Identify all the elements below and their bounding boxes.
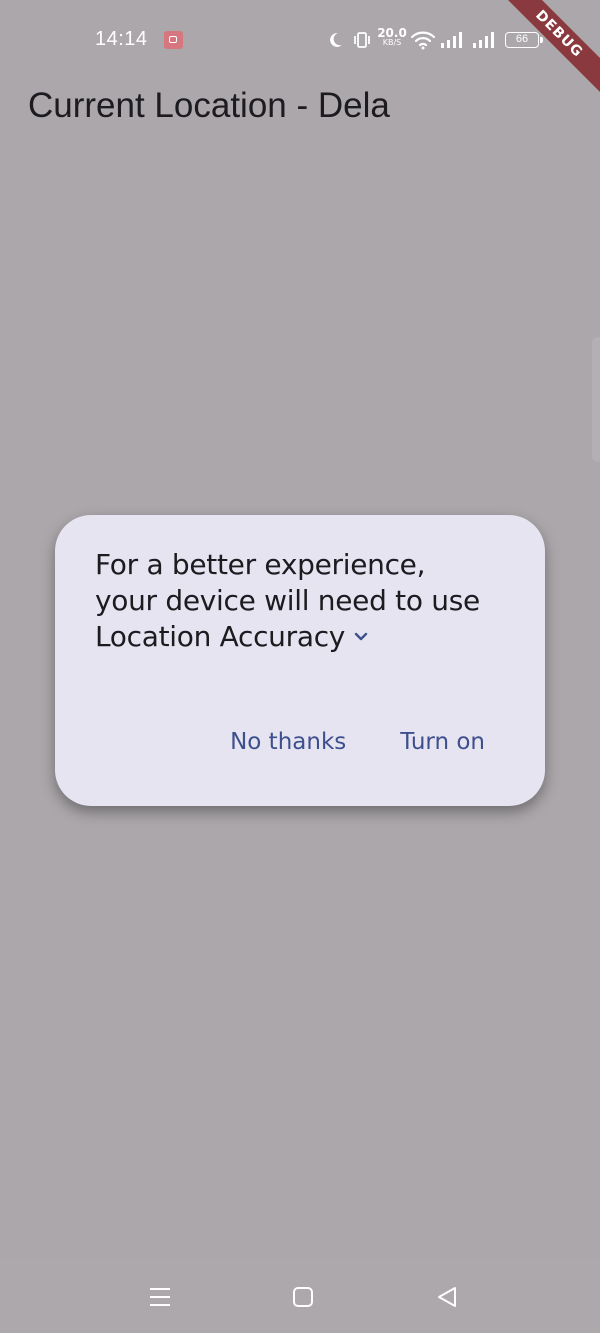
moon-icon <box>330 32 342 47</box>
dialog-message-line: Location Accuracy <box>95 620 346 653</box>
screen-record-icon <box>164 31 183 49</box>
page-title: Current Location - Dela <box>28 86 390 125</box>
turn-on-button[interactable]: Turn on <box>400 729 485 755</box>
dialog-message-line-expandable[interactable]: Location Accuracy <box>95 619 515 655</box>
network-speed: 20.0 KB/S <box>377 27 407 47</box>
navigation-bar <box>0 1259 600 1333</box>
chevron-down-icon[interactable] <box>353 630 369 642</box>
signal-icon <box>473 32 494 48</box>
no-thanks-button[interactable]: No thanks <box>230 729 346 755</box>
network-speed-unit: KB/S <box>382 38 402 47</box>
vibrate-icon <box>354 32 370 48</box>
back-triangle-icon[interactable] <box>436 1286 458 1308</box>
dialog-actions: No thanks Turn on <box>230 729 485 755</box>
battery-icon: 66 <box>505 32 543 48</box>
dialog-message: For a better experience, your device wil… <box>95 547 515 655</box>
dialog-message-line: For a better experience, <box>95 548 426 581</box>
edge-panel-handle[interactable] <box>592 337 600 462</box>
location-accuracy-dialog: For a better experience, your device wil… <box>55 515 545 806</box>
menu-icon[interactable] <box>148 1286 172 1308</box>
wifi-icon <box>410 31 436 50</box>
signal-icon <box>441 32 462 48</box>
dialog-message-line: your device will need to use <box>95 584 480 617</box>
status-bar: 14:14 20.0 KB/S 66 <box>0 0 600 80</box>
status-time: 14:14 <box>95 28 148 50</box>
home-square-icon[interactable] <box>292 1286 314 1308</box>
